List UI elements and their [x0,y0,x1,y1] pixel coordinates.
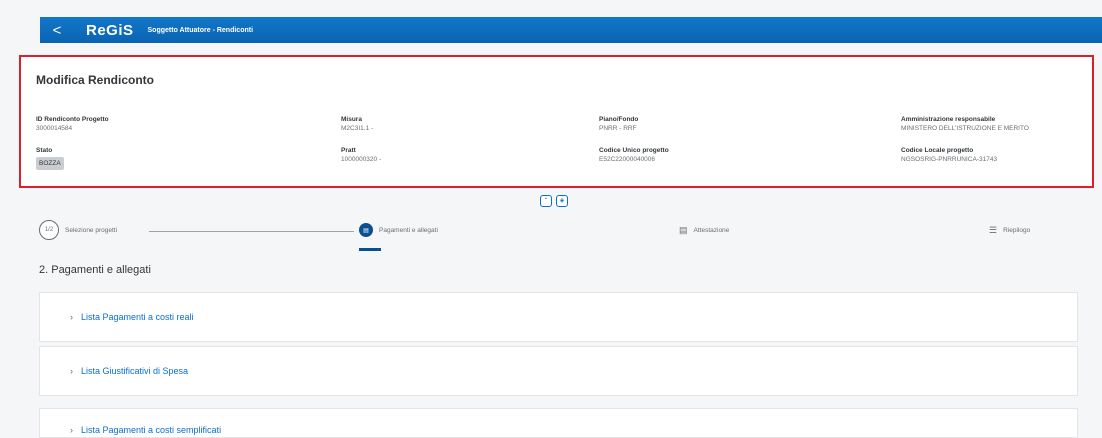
status-badge: BOZZA [36,157,64,170]
step-label: Selezione progetti [65,226,118,234]
panel-pagamenti-costi-reali[interactable]: › Lista Pagamenti a costi reali [39,292,1078,342]
collapse-icon: ⌃ [543,198,549,204]
step-label: Pagamenti e allegati [379,226,438,234]
step-number-icon: 1/2 [39,220,59,240]
attr-amministrazione: Amministrazione responsabile MINISTERO D… [901,116,1029,132]
step-selezione-progetti[interactable]: 1/2 Selezione progetti [39,220,117,240]
back-button[interactable]: < [46,22,68,39]
step-attestazione[interactable]: ▤ Attestazione [679,225,729,236]
collapse-header-button[interactable]: ⌃ [540,195,552,207]
section-title: 2. Pagamenti e allegati [39,264,151,276]
step-riepilogo[interactable]: ☰ Riepilogo [989,225,1030,236]
object-header: Modifica Rendiconto ID Rendiconto Proget… [19,55,1094,188]
attr-cup: Codice Unico progetto E52C22000040006 [599,147,669,163]
chevron-right-icon: › [70,425,73,435]
header-toggles: ⌃ ◈ [540,195,568,207]
panel-title: Lista Pagamenti a costi reali [81,312,194,322]
chevron-right-icon: › [70,366,73,376]
document-icon: ▤ [679,225,688,235]
pin-icon: ◈ [559,198,565,204]
attr-codice-locale: Codice Locale progetto NGSOSRIG-PNRRUNIC… [901,147,998,163]
panel-title: Lista Pagamenti a costi semplificati [81,425,222,435]
step-label: Attestazione [693,227,730,234]
shell-bar: < ReGiS Soggetto Attuatore - Rendiconti [40,17,1102,43]
attr-misura: Misura M2C3I1.1 - [341,116,374,132]
page-title: Modifica Rendiconto [36,73,154,87]
attr-id-rendiconto: ID Rendiconto Progetto 3000014584 [36,116,109,132]
chevron-right-icon: › [70,312,73,322]
step-active-icon: ▤ [359,223,373,237]
active-step-indicator [359,248,381,251]
wizard-stepper: 1/2 Selezione progetti ▤ Pagamenti e all… [39,220,1069,251]
list-icon: ☰ [989,225,998,235]
panel-title: Lista Giustificativi di Spesa [81,366,189,376]
step-pagamenti-allegati[interactable]: ▤ Pagamenti e allegati [359,223,438,237]
pin-header-button[interactable]: ◈ [556,195,568,207]
step-label: Riepilogo [1003,227,1031,234]
panel-giustificativi-spesa[interactable]: › Lista Giustificativi di Spesa [39,346,1078,396]
panel-pagamenti-costi-semplificati[interactable]: › Lista Pagamenti a costi semplificati [39,408,1078,438]
app-title: Soggetto Attuatore - Rendiconti [147,26,254,34]
step-connector [149,231,354,232]
regis-logo: ReGiS [86,21,134,39]
app-shell: < ReGiS Soggetto Attuatore - Rendiconti … [0,0,1102,438]
attr-pratt: Pratt 1000000320 - [341,147,382,163]
attr-stato: Stato BOZZA [36,146,64,170]
attr-piano-fondo: Piano/Fondo PNRR - RRF [599,116,639,132]
